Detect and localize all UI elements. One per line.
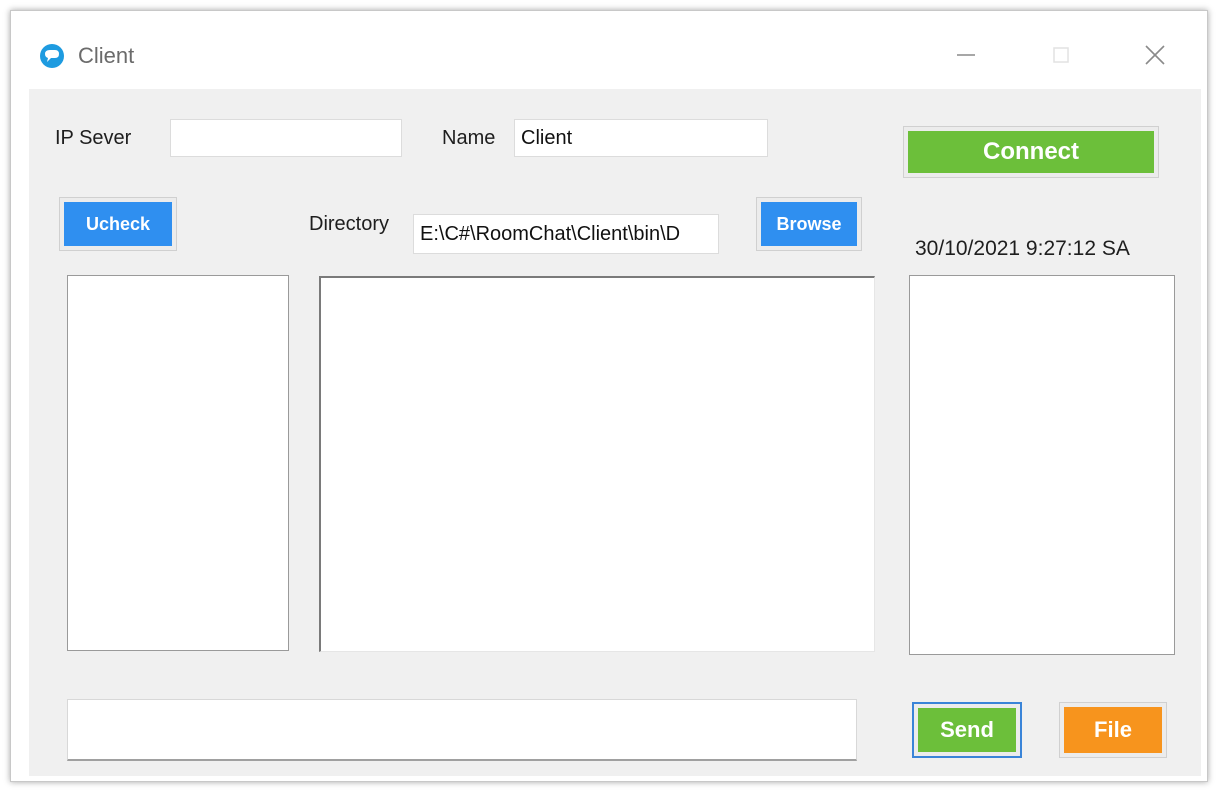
- maximize-icon: [1053, 47, 1069, 63]
- file-button[interactable]: File: [1059, 702, 1167, 758]
- log-list[interactable]: [909, 275, 1175, 655]
- maximize-button[interactable]: [1041, 35, 1081, 75]
- send-button[interactable]: Send: [912, 702, 1022, 758]
- client-window: Client IP Sever Name Connect: [10, 10, 1208, 782]
- connect-button-label: Connect: [908, 131, 1154, 173]
- ip-server-input[interactable]: [170, 119, 402, 157]
- name-input[interactable]: [514, 119, 768, 157]
- window-title: Client: [78, 43, 135, 68]
- connect-button[interactable]: Connect: [903, 126, 1159, 178]
- name-label: Name: [442, 127, 496, 149]
- message-input[interactable]: [67, 699, 857, 761]
- client-area: IP Sever Name Connect Ucheck Directory B…: [29, 89, 1201, 776]
- directory-label: Directory: [309, 213, 390, 235]
- timestamp-label: 30/10/2021 9:27:12 SA: [915, 237, 1130, 260]
- browse-button[interactable]: Browse: [756, 197, 862, 251]
- chat-messages-box[interactable]: [319, 276, 875, 652]
- send-button-label: Send: [918, 708, 1016, 752]
- minimize-icon: [957, 54, 975, 56]
- users-list[interactable]: [67, 275, 289, 651]
- ucheck-button-label: Ucheck: [64, 202, 172, 246]
- close-icon: [1145, 45, 1165, 65]
- directory-input[interactable]: [413, 214, 719, 254]
- chat-bubble-icon: [40, 44, 64, 68]
- file-button-label: File: [1064, 707, 1162, 753]
- browse-button-label: Browse: [761, 202, 857, 246]
- ip-server-label: IP Sever: [55, 127, 132, 149]
- close-button[interactable]: [1135, 35, 1175, 75]
- minimize-button[interactable]: [946, 35, 986, 75]
- ucheck-button[interactable]: Ucheck: [59, 197, 177, 251]
- title-bar[interactable]: Client: [11, 11, 1207, 87]
